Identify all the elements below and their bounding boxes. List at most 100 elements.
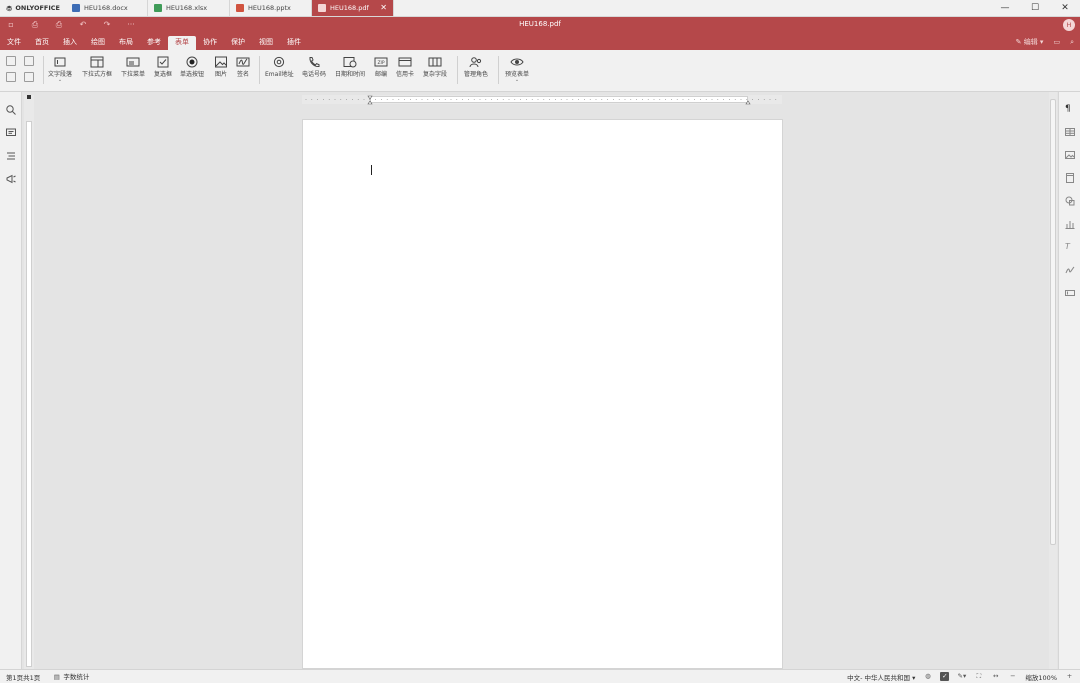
credit-card-button[interactable]: 信用卡 bbox=[396, 56, 414, 78]
fit-page-icon[interactable]: ⛶ bbox=[974, 672, 983, 681]
toolbar-divider bbox=[43, 56, 44, 84]
complex-field-icon bbox=[428, 56, 442, 68]
document-page[interactable] bbox=[302, 119, 783, 669]
pptx-file-icon bbox=[236, 4, 244, 12]
ribbon-tab-6[interactable]: 表单 bbox=[168, 36, 196, 50]
checkbox-icon bbox=[156, 56, 170, 68]
paragraph-settings-icon[interactable]: ¶ bbox=[1065, 104, 1075, 114]
status-bar-right: 中文- 中华人民共和国 ▾ ◍ ✓ ✎▾ ⛶ ↔ − 缩放100% + bbox=[847, 672, 1080, 682]
ribbon-tab-7[interactable]: 协作 bbox=[196, 35, 224, 49]
vertical-scrollbar[interactable] bbox=[1049, 92, 1057, 669]
toolbar-button-label: 管理角色 bbox=[464, 71, 489, 78]
combo-box-button[interactable]: 下拉式方框 bbox=[82, 56, 112, 78]
email-icon bbox=[272, 56, 286, 68]
toolbar-divider bbox=[457, 56, 458, 84]
datetime-button[interactable]: 日期和时间 bbox=[335, 56, 365, 78]
zip-button[interactable]: ZIP 邮编 bbox=[374, 56, 388, 78]
forms-toolbar: 文字段落 ⌄ 下拉式方框 下拉菜单 复选框 单选按钮 图片 签名 Email地址 电话号码 日期和时… bbox=[0, 50, 1080, 92]
checkbox-button[interactable]: 复选框 bbox=[154, 56, 172, 78]
ribbon-tab-3[interactable]: 绘图 bbox=[84, 35, 112, 49]
close-tab-icon[interactable]: ✕ bbox=[380, 3, 387, 12]
form-settings-icon[interactable] bbox=[1065, 288, 1075, 298]
complex-field-button[interactable]: 复杂字段 bbox=[423, 56, 447, 78]
ribbon-tab-10[interactable]: 插件 bbox=[280, 35, 308, 49]
spellcheck-icon[interactable]: ✓ bbox=[940, 672, 950, 681]
chart-settings-icon[interactable] bbox=[1065, 219, 1075, 229]
text-cursor bbox=[371, 165, 372, 175]
dropdown-button[interactable]: 下拉菜单 bbox=[121, 56, 145, 78]
file-tab-pdf[interactable]: HEU168.pdf ✕ bbox=[312, 0, 394, 16]
ribbon-tab-4[interactable]: 布局 bbox=[112, 35, 140, 49]
track-changes-icon[interactable]: ✎▾ bbox=[957, 672, 967, 681]
toolbar-button-label: 单选按钮 bbox=[180, 71, 205, 78]
edit-mode-button[interactable]: ✎ 编辑 ▾ bbox=[1016, 37, 1044, 47]
zoom-out-icon[interactable]: − bbox=[1008, 672, 1017, 681]
comments-icon[interactable] bbox=[5, 127, 17, 139]
zoom-in-icon[interactable]: + bbox=[1065, 672, 1074, 681]
image-settings-icon[interactable] bbox=[1065, 150, 1075, 160]
minimize-icon[interactable]: — bbox=[990, 0, 1020, 16]
toolbar-button-label: 复选框 bbox=[154, 71, 173, 78]
image-button[interactable]: 图片 bbox=[214, 56, 228, 78]
feedback-icon[interactable] bbox=[5, 173, 17, 185]
cut-icon[interactable] bbox=[24, 56, 34, 66]
clipboard-group bbox=[6, 56, 38, 82]
file-tab-label: HEU168.docx bbox=[84, 4, 128, 12]
paste-icon[interactable] bbox=[6, 72, 16, 82]
language-select[interactable]: 中文- 中华人民共和国 ▾ bbox=[847, 672, 915, 682]
globe-icon[interactable]: ◍ bbox=[923, 672, 932, 681]
preview-button[interactable]: 预览表单 ⌄ bbox=[505, 56, 529, 83]
ribbon-tab-9[interactable]: 视图 bbox=[252, 35, 280, 49]
toolbar-button-label: 图片 bbox=[214, 71, 227, 78]
fit-width-icon[interactable]: ↔ bbox=[991, 672, 1000, 681]
file-tab-label: HEU168.xlsx bbox=[166, 4, 208, 12]
email-button[interactable]: Email地址 bbox=[265, 56, 294, 78]
text-field-icon bbox=[53, 56, 67, 68]
right-side-panel: ¶ T bbox=[1058, 92, 1080, 669]
scrollbar-thumb[interactable] bbox=[1050, 99, 1056, 545]
manage-roles-button[interactable]: 管理角色 bbox=[464, 56, 488, 78]
file-tab-docx[interactable]: HEU168.docx bbox=[66, 0, 148, 16]
shape-settings-icon[interactable] bbox=[1065, 196, 1075, 206]
radio-button[interactable]: 单选按钮 bbox=[180, 56, 204, 78]
signature-button[interactable]: 签名 bbox=[236, 56, 250, 78]
ribbon-tab-8[interactable]: 保护 bbox=[224, 35, 252, 49]
phone-button[interactable]: 电话号码 bbox=[302, 56, 326, 78]
ribbon-tab-2[interactable]: 插入 bbox=[56, 35, 84, 49]
text-field-button[interactable]: 文字段落 ⌄ bbox=[48, 56, 72, 83]
horizontal-ruler bbox=[302, 95, 782, 105]
toolbar-button-label: 日期和时间 bbox=[335, 71, 366, 78]
search-icon[interactable]: ⌕ bbox=[1070, 38, 1074, 47]
docx-file-icon bbox=[72, 4, 80, 12]
ribbon-tabs: 文件 首页 插入 绘图 布局 参考 表单 协作 保护 视图 插件 ✎ 编辑 ▾ ▭ ⌕ bbox=[0, 34, 1080, 50]
close-window-icon[interactable]: ✕ bbox=[1050, 0, 1080, 16]
ribbon-tab-5[interactable]: 参考 bbox=[140, 35, 168, 49]
file-tab-pptx[interactable]: HEU168.pptx bbox=[230, 0, 312, 16]
copy-icon[interactable] bbox=[6, 56, 16, 66]
toolbar-button-label: 下拉式方框 bbox=[82, 71, 113, 78]
text-art-settings-icon[interactable]: T bbox=[1065, 242, 1075, 252]
ribbon-tab-1[interactable]: 首页 bbox=[28, 35, 56, 49]
window-controls: — ☐ ✕ bbox=[990, 0, 1080, 16]
phone-icon bbox=[307, 56, 321, 68]
toolbar-button-label: 复杂字段 bbox=[423, 71, 448, 78]
header-footer-settings-icon[interactable] bbox=[1065, 173, 1075, 183]
navigation-icon[interactable] bbox=[5, 150, 17, 162]
word-count-button[interactable]: ▤ 字数统计 bbox=[46, 671, 95, 682]
table-settings-icon[interactable] bbox=[1065, 127, 1075, 137]
format-painter-icon[interactable] bbox=[24, 72, 34, 82]
open-location-icon[interactable]: ▭ bbox=[1053, 38, 1060, 46]
svg-text:ZIP: ZIP bbox=[377, 60, 384, 66]
search-icon[interactable] bbox=[5, 104, 17, 116]
file-tab-label: HEU168.pptx bbox=[248, 4, 291, 12]
signature-settings-icon[interactable] bbox=[1065, 265, 1075, 275]
language-label: 中文- 中华人民共和国 bbox=[847, 673, 911, 682]
ribbon-tab-0[interactable]: 文件 bbox=[0, 35, 28, 49]
vertical-ruler bbox=[24, 95, 34, 669]
toolbar-button-label: 下拉菜单 bbox=[121, 71, 146, 78]
onlyoffice-logo[interactable]: ONLYOFFICE bbox=[0, 0, 66, 16]
chevron-down-icon: ⌄ bbox=[514, 77, 520, 83]
user-avatar[interactable]: H bbox=[1063, 19, 1075, 31]
file-tab-xlsx[interactable]: HEU168.xlsx bbox=[148, 0, 230, 16]
maximize-icon[interactable]: ☐ bbox=[1020, 0, 1050, 16]
